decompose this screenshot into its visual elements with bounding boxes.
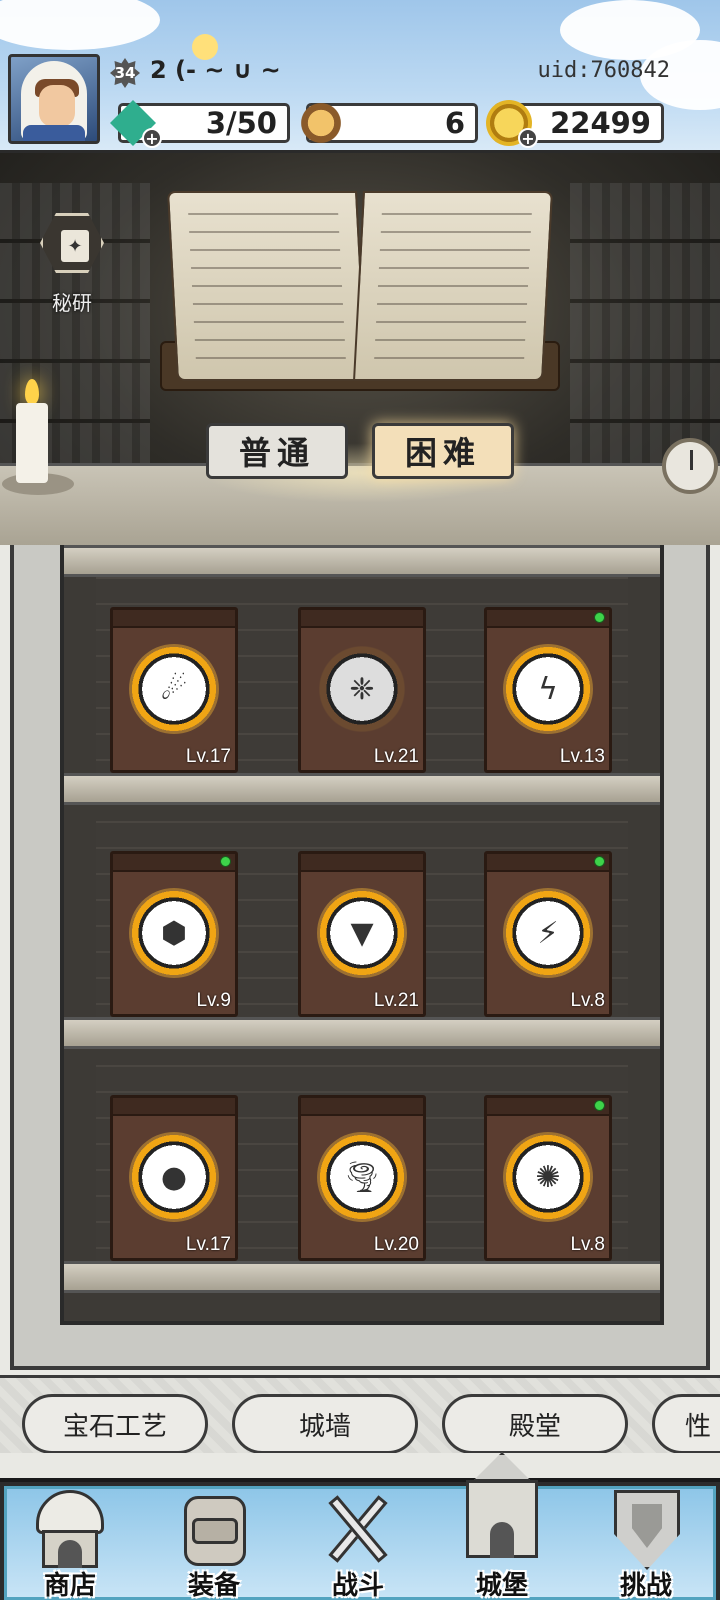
player-level-badge: 34 <box>110 58 140 88</box>
skill-level: Lv.13 <box>559 746 605 767</box>
skill-level: Lv.8 <box>570 990 605 1011</box>
shield-icon <box>606 1490 686 1570</box>
candle-flame-icon <box>25 379 39 405</box>
nav-equipment-label: 装备 <box>187 1571 240 1600</box>
skill-level: Lv.9 <box>196 990 231 1011</box>
nav-battle-label: 战斗 <box>331 1571 384 1600</box>
notification-dot <box>594 1100 605 1111</box>
skill-level: Lv.21 <box>373 746 419 767</box>
add-energy-button[interactable]: + <box>142 128 162 148</box>
skill-level: Lv.8 <box>570 1234 605 1255</box>
crystal-icon: ❈ <box>349 671 375 707</box>
black-hole-icon: ✺ <box>535 1159 561 1195</box>
shelf-plank <box>64 545 660 577</box>
shelf-plank <box>64 1261 660 1293</box>
top-status-bar: 34 2 (- ~ ∪ ~ uid:760842 3/50 + 6 22499 … <box>0 0 720 150</box>
nav-battle[interactable]: 战斗 <box>288 1482 428 1600</box>
drill-icon: ▼ <box>350 915 374 951</box>
skill-level: Lv.21 <box>373 990 419 1011</box>
secret-research-label: 秘研 <box>52 291 92 315</box>
cloud <box>0 0 160 50</box>
tornado-icon: 🌪 <box>342 1159 382 1195</box>
skill-tome[interactable]: ❈ Lv.21 <box>298 607 426 773</box>
ticket-value: 6 <box>444 106 465 140</box>
sparkle-book-icon: ✦ <box>61 230 89 262</box>
add-gold-button[interactable]: + <box>518 128 538 148</box>
player-name: 2 (- ~ ∪ ~ <box>150 56 281 84</box>
bottom-navigation: 商店 装备 战斗 城堡 挑战 <box>0 1452 720 1600</box>
skill-tome[interactable]: ☄ Lv.17 <box>110 607 238 773</box>
skill-tome[interactable]: 🌪 Lv.20 <box>298 1095 426 1261</box>
tab-palace[interactable]: 殿堂 <box>442 1394 628 1453</box>
lightning-chain-icon: ϟ <box>538 671 558 707</box>
nav-shop[interactable]: 商店 <box>0 1482 140 1600</box>
skill-tome[interactable]: ▼ Lv.21 <box>298 851 426 1017</box>
skill-tome[interactable]: ✺ Lv.8 <box>484 1095 612 1261</box>
treasure-pile-icon <box>298 100 344 146</box>
bomb-icon: ● <box>160 1159 188 1195</box>
nav-challenge[interactable]: 挑战 <box>576 1482 716 1600</box>
secret-research-button[interactable]: ✦ 秘研 <box>40 213 104 315</box>
nav-castle-label: 城堡 <box>475 1571 528 1600</box>
energy-value: 3/50 <box>205 106 277 140</box>
lightning-branch-icon: ⚡ <box>537 915 559 951</box>
skill-level: Lv.17 <box>185 746 231 767</box>
background-shelf <box>570 183 720 483</box>
ice-block-icon: ⬢ <box>160 915 188 951</box>
tab-gem-craft[interactable]: 宝石工艺 <box>22 1394 208 1453</box>
shelf-plank <box>64 773 660 805</box>
skill-tome[interactable]: ● Lv.17 <box>110 1095 238 1261</box>
gold-value: 22499 <box>550 106 651 140</box>
skill-tome[interactable]: ⬢ Lv.9 <box>110 851 238 1017</box>
meteor-icon: ☄ <box>160 671 188 707</box>
castle-icon <box>462 1452 542 1560</box>
player-uid: uid:760842 <box>537 58 670 83</box>
nav-shop-label: 商店 <box>43 1571 96 1600</box>
notification-dot <box>594 612 605 623</box>
bookshelf-interior: ☄ Lv.17 ❈ Lv.21 ϟ Lv.13 ⬢ Lv.9 ▼ Lv.21 ⚡ Lv.8 ● Lv.17… <box>60 545 664 1325</box>
tab-normal[interactable]: 普通 <box>206 423 348 479</box>
skill-tome[interactable]: ϟ Lv.13 <box>484 607 612 773</box>
pocket-watch-icon <box>662 438 718 494</box>
skill-bookshelf: ☄ Lv.17 ❈ Lv.21 ϟ Lv.13 ⬢ Lv.9 ▼ Lv.21 ⚡ Lv.8 ● Lv.17… <box>10 545 710 1370</box>
crossed-swords-icon <box>318 1490 398 1568</box>
nav-equipment[interactable]: 装备 <box>144 1482 284 1600</box>
open-spellbook <box>160 191 560 391</box>
skill-level: Lv.20 <box>373 1234 419 1255</box>
tab-hard[interactable]: 困难 <box>372 423 514 479</box>
backpack-icon <box>174 1490 254 1568</box>
shop-hut-icon <box>30 1490 110 1568</box>
shelf-plank <box>64 1017 660 1049</box>
nav-challenge-label: 挑战 <box>619 1571 672 1600</box>
research-study-scene: ✦ 秘研 普通 困难 <box>0 150 720 545</box>
notification-dot <box>220 856 231 867</box>
skill-level: Lv.17 <box>185 1234 231 1255</box>
tab-partial[interactable]: 性 <box>652 1394 720 1453</box>
skill-tome[interactable]: ⚡ Lv.8 <box>484 851 612 1017</box>
player-avatar[interactable] <box>8 54 100 144</box>
category-tabs: 宝石工艺 城墙 殿堂 性 <box>0 1375 720 1453</box>
tab-city-wall[interactable]: 城墙 <box>232 1394 418 1453</box>
nav-castle[interactable]: 城堡 <box>432 1452 572 1600</box>
notification-dot <box>594 856 605 867</box>
candle-icon <box>16 403 48 483</box>
